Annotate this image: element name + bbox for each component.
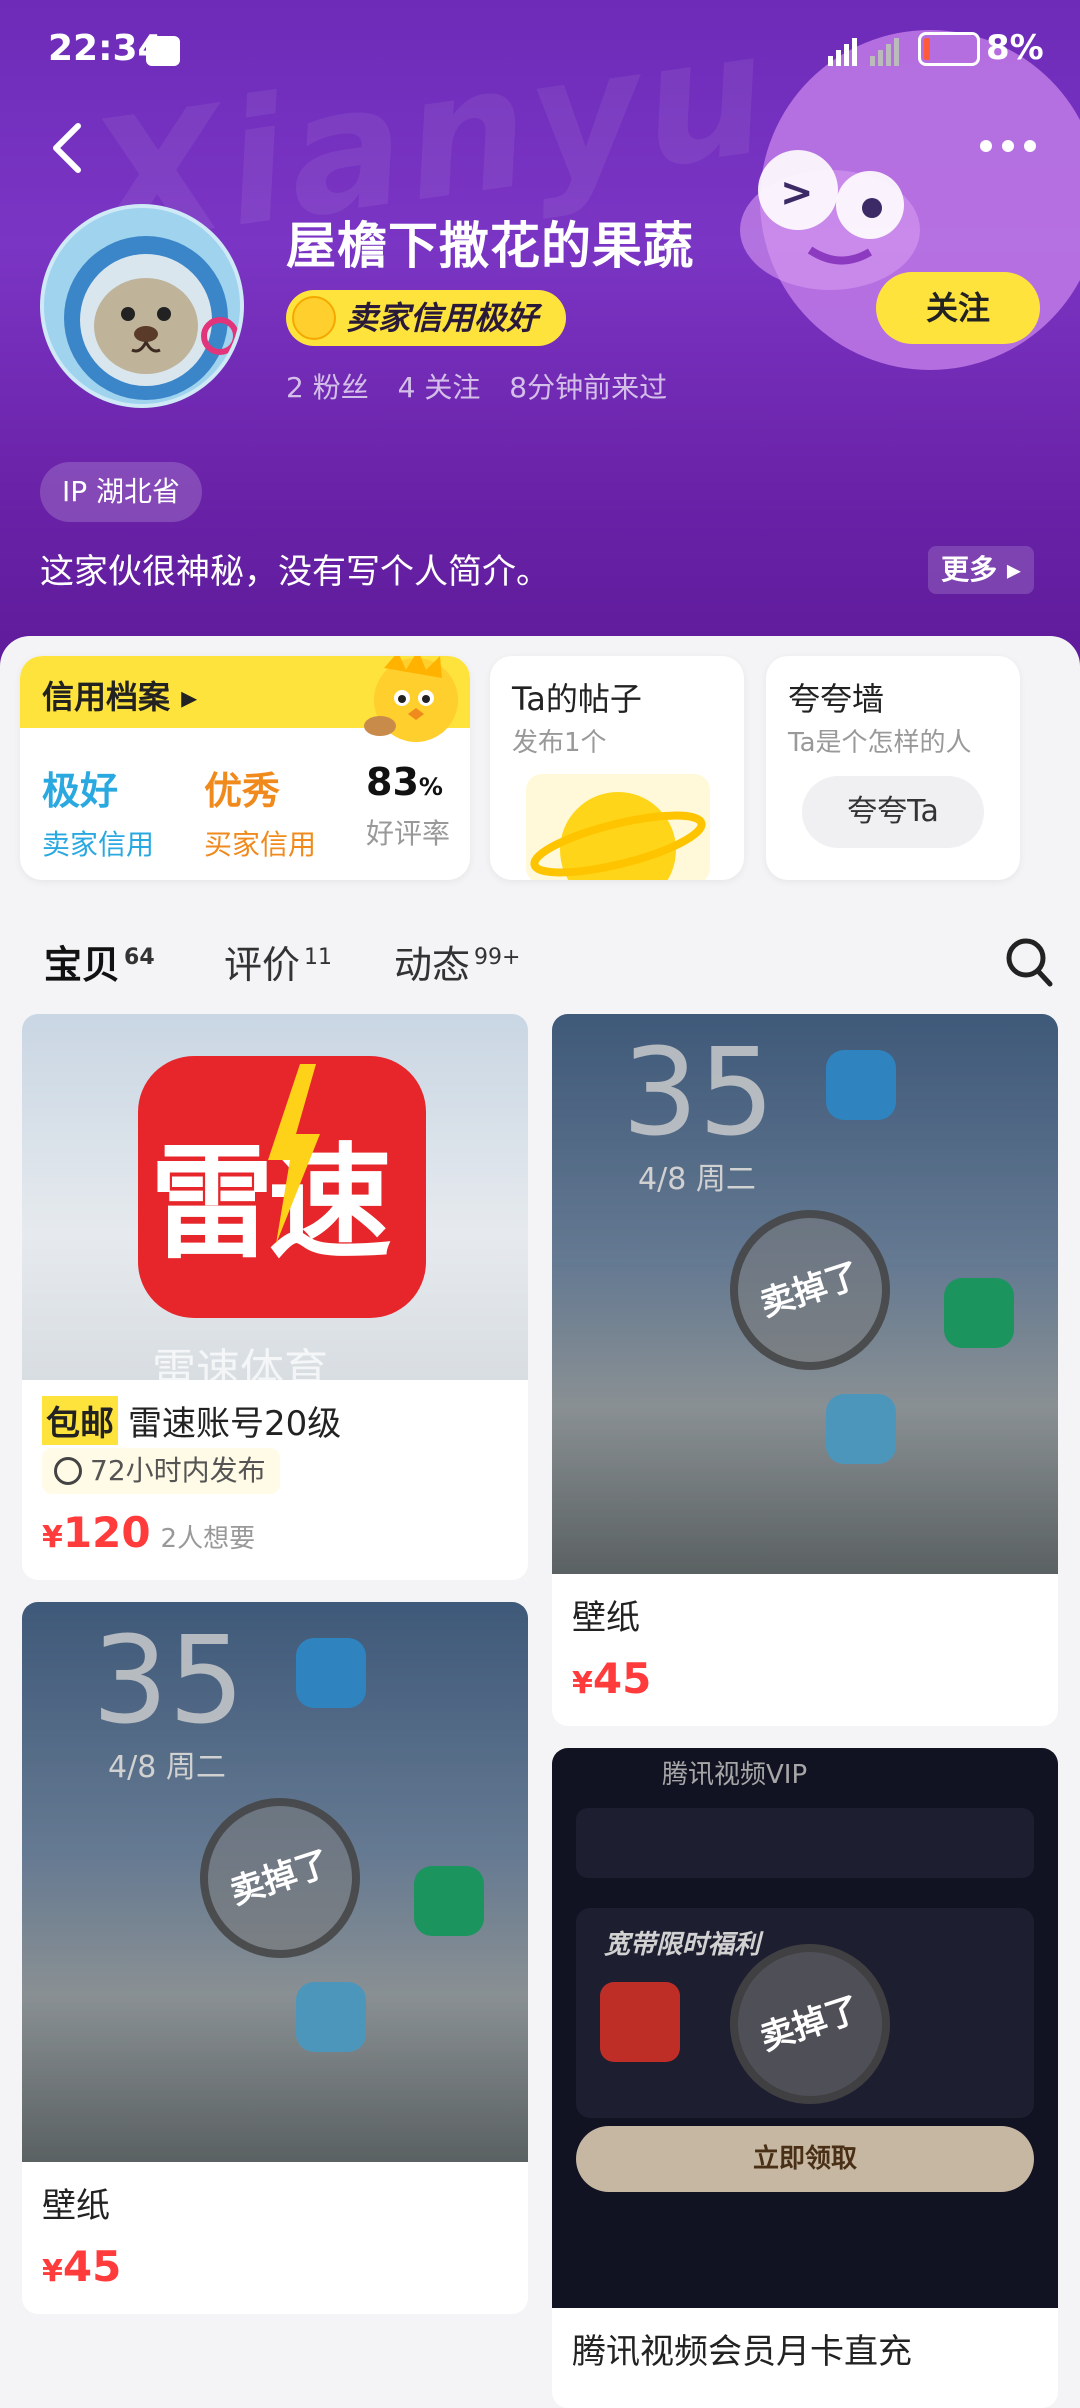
tab-items-count: 64 [124,945,155,971]
image-caption: 雷速体育 [152,1345,328,1396]
seller-credit-value: 极好 [42,769,119,813]
search-icon[interactable] [1004,936,1054,990]
product-image: 35 4/8 周二 卖掉了 [552,1014,1058,1574]
battery-percent: 8% [986,28,1044,68]
user-name: 屋檐下撒花的果蔬 [286,217,694,275]
profile-header: Xianyu > 22:34 8% 屋檐下撒花的果蔬 卖家信用极好 2 粉丝 4… [0,0,1080,700]
leisu-app-icon: 雷速 [138,1056,426,1318]
content-tabs: 宝贝 64 评价 11 动态 99+ [0,920,1080,1006]
time-tag: 72小时内发布 [42,1448,280,1494]
product-name: 壁纸 [42,2186,110,2226]
posts-card[interactable]: Ta的帖子 发布1个 [490,656,744,880]
clock-icon [54,1457,82,1485]
praise-wall-card[interactable]: 夸夸墙 Ta是个怎样的人 夸夸Ta [766,656,1020,880]
product-card[interactable]: 35 4/8 周二 卖掉了 壁纸 ¥45 [22,1602,528,2314]
buyer-credit: 优秀 买家信用 [204,760,316,863]
back-arrow-icon[interactable] [44,118,94,178]
positive-rate-label: 好评率 [366,817,451,850]
currency-symbol: ¥ [42,1520,63,1555]
seller-credit-label: 卖家信用 [42,828,155,861]
currency-symbol: ¥ [572,1666,593,1701]
product-name: 壁纸 [572,1598,640,1638]
positive-rate-unit: % [418,773,443,801]
credit-file-card[interactable]: 信用档案 ▸ 极好 卖家信用 优秀 买家信用 83% 好评率 [20,656,470,880]
tab-activity[interactable]: 动态 99+ [394,934,520,989]
tab-reviews-label: 评价 [224,943,301,987]
free-shipping-tag: 包邮 [42,1396,118,1445]
last-seen: 8分钟前来过 [509,371,668,404]
praise-subtitle: Ta是个怎样的人 [788,728,972,758]
product-name: 腾讯视频会员月卡直充 [572,2332,912,2372]
more-options-icon[interactable] [978,130,1038,162]
follow-button[interactable]: 关注 [876,272,1040,344]
more-label: 更多 [941,553,998,586]
battery-icon [918,32,980,66]
praise-button[interactable]: 夸夸Ta [802,776,984,848]
positive-rate-value: 83 [366,760,419,804]
avatar[interactable] [40,204,244,408]
fish-mascot-icon [364,656,458,742]
seller-credit: 极好 卖家信用 [42,760,154,863]
posts-subtitle: 发布1个 [512,728,607,758]
time-tag-label: 72小时内发布 [90,1454,266,1487]
product-price: ¥45 [572,1654,651,1703]
planet-icon [530,792,706,880]
praise-title: 夸夸墙 [788,680,885,718]
tab-items-label: 宝贝 [44,943,121,987]
smile-face-icon [292,296,336,340]
triangle-right-icon: ▸ [997,553,1021,586]
planet-thumbnail [526,774,710,880]
fans-count[interactable]: 2 粉丝 [286,371,369,404]
product-card[interactable]: 腾讯视频VIP 宽带限时福利 立即领取 卖掉了 腾讯视频会员月卡直充 [552,1748,1058,2408]
status-bar: 22:34 8% [0,0,1080,100]
user-bio: 这家伙很神秘，没有写个人简介。 [40,552,550,592]
seal-astronaut-icon [64,236,239,400]
more-button[interactable]: 更多 ▸ [928,546,1034,594]
product-card[interactable]: 35 4/8 周二 卖掉了 壁纸 ¥45 [552,1014,1058,1726]
price-value: 45 [62,2242,122,2291]
message-notification-icon [146,36,180,66]
tab-activity-count: 99+ [474,945,521,971]
credit-file-title: 信用档案 ▸ [42,678,198,716]
product-image: 35 4/8 周二 卖掉了 [22,1602,528,2162]
user-stats: 2 粉丝 4 关注 8分钟前来过 [286,366,687,406]
buyer-credit-label: 买家信用 [204,828,317,861]
tab-reviews[interactable]: 评价 11 [224,934,332,989]
want-count: 2人想要 [160,1524,256,1554]
following-count[interactable]: 4 关注 [398,371,481,404]
product-price: ¥45 [42,2242,121,2291]
posts-title: Ta的帖子 [512,680,642,718]
product-title: 包邮 雷速账号20级 [42,1396,341,1445]
product-image: 雷速 雷速体育 [22,1014,528,1396]
product-card[interactable]: 雷速 雷速体育 包邮 雷速账号20级 72小时内发布 ¥120 2人想要 [22,1014,528,1580]
currency-symbol: ¥ [42,2254,63,2289]
lightning-icon [268,1064,320,1244]
product-price: ¥120 2人想要 [42,1508,255,1557]
credit-badge-label: 卖家信用极好 [346,299,539,337]
tab-reviews-count: 11 [304,945,333,971]
buyer-credit-value: 优秀 [204,769,281,813]
positive-rate: 83% 好评率 [366,760,450,852]
price-value: 120 [62,1508,151,1557]
svg-text:>: > [780,170,814,216]
credit-badge[interactable]: 卖家信用极好 [286,290,567,346]
ip-location: IP 湖北省 [40,462,203,522]
product-image: 腾讯视频VIP 宽带限时福利 立即领取 卖掉了 [552,1748,1058,2308]
tab-activity-label: 动态 [394,943,471,987]
tab-items[interactable]: 宝贝 64 [44,934,155,989]
price-value: 45 [592,1654,652,1703]
product-name: 雷速账号20级 [128,1404,342,1444]
